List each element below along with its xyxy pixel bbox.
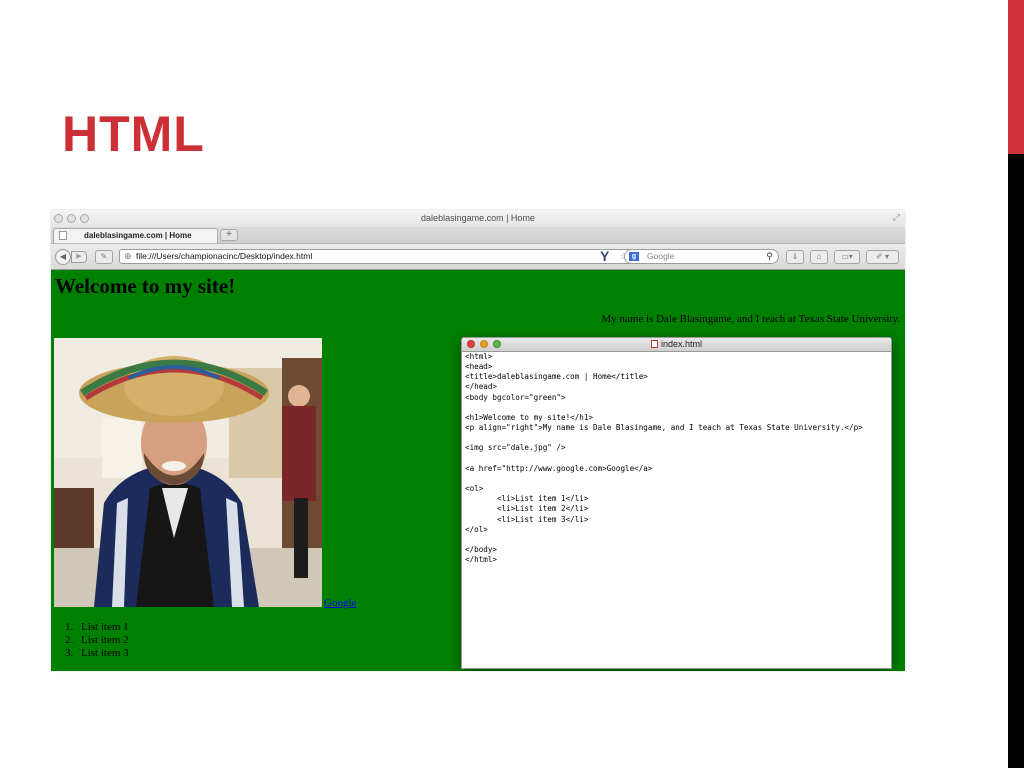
code-line: </ol>: [465, 524, 488, 534]
list-item-number: 2.: [65, 634, 74, 646]
intro-paragraph: My name is Dale Blasingame, and I teach …: [601, 313, 900, 325]
window-titlebar: daleblasingame.com | Home ⤢: [51, 210, 905, 227]
html-file-icon: [650, 340, 658, 348]
list-item-label: List item 2: [81, 634, 129, 646]
fullscreen-icon[interactable]: ⤢: [893, 212, 900, 223]
code-line: </head>: [465, 382, 498, 392]
editor-titlebar: index.html: [462, 338, 891, 352]
browser-window: daleblasingame.com | Home ⤢ daleblasinga…: [51, 210, 905, 671]
navigation-toolbar: ◀ ▶ ✎ ⊕ file:///Users/championacinc/Desk…: [51, 244, 905, 270]
window-title: daleblasingame.com | Home: [421, 213, 535, 223]
tab-home[interactable]: daleblasingame.com | Home: [53, 228, 218, 243]
list-item-label: List item 1: [81, 621, 129, 633]
code-line: <head>: [465, 362, 493, 372]
tab-label: daleblasingame.com | Home: [84, 231, 192, 240]
code-line: <li>List item 1</li>: [465, 494, 589, 504]
text-editor-window: index.html <html> <head> <title>daleblasin…: [461, 337, 892, 669]
search-icon[interactable]: ⚲: [766, 250, 773, 263]
code-line: <li>List item 2</li>: [465, 504, 589, 514]
page-content: Welcome to my site! My name is Dale Blas…: [51, 270, 905, 671]
code-line: <li>List item 3</li>: [465, 514, 589, 524]
google-g-icon[interactable]: g: [629, 252, 639, 261]
globe-icon: ⊕: [124, 251, 132, 261]
list-item: 1. List item 1: [65, 621, 129, 634]
page-favicon-icon: [59, 231, 67, 240]
code-line: </html>: [465, 555, 498, 565]
download-icon[interactable]: ⇓: [786, 250, 804, 264]
slide-title: HTML: [62, 106, 205, 162]
code-line: <html>: [465, 352, 493, 361]
code-line: <h1>Welcome to my site!</h1>: [465, 412, 594, 422]
code-line: <img src="dale.jpg" />: [465, 443, 566, 453]
forward-button[interactable]: ▶: [71, 251, 87, 263]
tools-icon[interactable]: ✐ ▾: [866, 250, 899, 264]
back-button[interactable]: ◀: [55, 249, 71, 265]
code-area[interactable]: <html> <head> <title>daleblasingame.com | …: [465, 352, 863, 565]
address-bar[interactable]: ⊕ file:///Users/championacinc/Desktop/in…: [119, 249, 650, 264]
editor-file-name: index.html: [660, 339, 703, 349]
list-item-number: 1.: [65, 621, 74, 633]
list-item: 2. List item 2: [65, 634, 129, 647]
search-placeholder: Google: [647, 251, 675, 261]
code-line: </body>: [465, 544, 498, 554]
editor-title: index.html: [462, 339, 891, 349]
sidebar-icon[interactable]: ▭▾: [834, 250, 860, 264]
url-text: file:///Users/championacinc/Desktop/inde…: [136, 251, 313, 261]
ordered-list: 1. List item 1 2. List item 2 3. List item …: [65, 621, 129, 660]
profile-photo: [54, 338, 322, 607]
code-line: <p align="right">My name is Dale Blasing…: [465, 423, 863, 433]
slide-accent-stripe: [1008, 0, 1024, 154]
home-icon[interactable]: ⌂: [810, 250, 828, 264]
identity-icon[interactable]: ✎: [95, 250, 113, 264]
search-input[interactable]: g Google ⚲: [624, 249, 779, 264]
list-item-label: List item 3: [81, 647, 129, 659]
google-link[interactable]: Google: [324, 597, 356, 609]
code-line: <a href="http://www.google.com>Google</a…: [465, 463, 653, 473]
code-line: <body bgcolor="green">: [465, 392, 566, 402]
social-bird-icon[interactable]: Y: [600, 248, 609, 264]
new-tab-button[interactable]: +: [220, 229, 238, 241]
tab-bar: daleblasingame.com | Home +: [51, 227, 905, 244]
slide-dark-stripe: [1008, 154, 1024, 768]
code-line: <ol>: [465, 484, 484, 494]
code-line: <title>daleblasingame.com | Home</title>: [465, 372, 648, 382]
list-item-number: 3.: [65, 647, 74, 659]
page-heading: Welcome to my site!: [55, 274, 236, 298]
list-item: 3. List item 3: [65, 647, 129, 660]
